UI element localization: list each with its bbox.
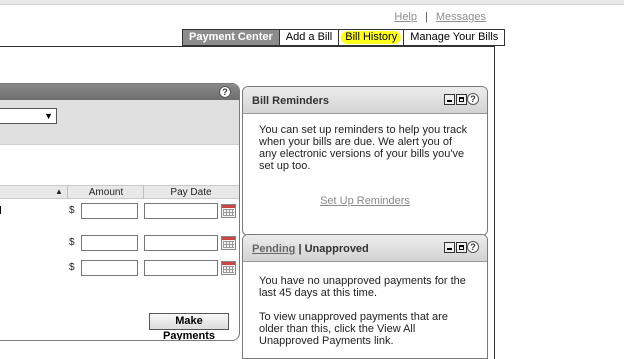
make-payments-button[interactable]: Make Payments [149,313,229,340]
messages-link[interactable]: Messages [436,11,486,23]
minimize-icon[interactable] [444,242,455,253]
help-link[interactable]: Help [394,11,417,23]
maximize-icon[interactable] [456,242,467,253]
approvals-panel: Pending | Unapproved ? You have no unapp… [242,234,488,359]
account-select[interactable]: ▼ [0,108,57,124]
spacer [0,145,239,185]
filter-bar: ▼ [0,100,239,145]
tab-bill-history-label: Bill History [345,31,398,43]
pay-date-input[interactable] [144,260,218,276]
top-links-separator: | [425,11,428,23]
help-icon[interactable]: ? [467,93,479,105]
top-links: Help | Messages [394,11,486,23]
amount-input[interactable] [81,203,138,219]
set-up-reminders-link[interactable]: Set Up Reminders [259,195,471,207]
sort-ascending-icon[interactable]: ▲ [55,187,63,196]
tab-payment-center-label: Payment Center [189,31,273,43]
currency-symbol: $ [69,205,75,216]
calendar-icon[interactable] [221,204,236,218]
payment-row: $ [0,234,239,252]
minimize-icon[interactable] [444,94,455,105]
bill-reminders-body: You can set up reminders to help you tra… [243,114,487,217]
approvals-body: You have no unapproved payments for the … [243,262,487,358]
main-tabs: Payment Center Add a Bill Bill History M… [182,29,506,46]
unapproved-tab-label[interactable]: Unapproved [305,243,369,255]
approvals-title-separator: | [295,243,305,255]
pay-date-input[interactable] [144,235,218,251]
tab-add-a-bill[interactable]: Add a Bill [279,29,340,46]
payment-row: $ [0,202,239,220]
no-unapproved-message: You have no unapproved payments for the … [259,275,466,299]
amount-column-header[interactable]: Amount [69,187,143,198]
maximize-icon[interactable] [456,94,467,105]
tab-add-a-bill-label: Add a Bill [285,31,333,43]
calendar-icon[interactable] [221,236,236,250]
column-divider [67,186,68,199]
help-icon[interactable]: ? [219,86,231,98]
currency-symbol: $ [69,262,75,273]
calendar-icon[interactable] [221,261,236,275]
payments-table-header: ▲ Amount Pay Date [0,185,239,199]
tab-bill-history[interactable]: Bill History [339,29,405,46]
tab-manage-your-bills-label: Manage Your Bills [410,31,499,43]
amount-input[interactable] [81,260,138,276]
bill-reminders-title: Bill Reminders [252,95,330,107]
payment-row: $ [0,259,239,277]
pay-date-input[interactable] [144,203,218,219]
currency-symbol: $ [69,237,75,248]
row-marker [0,206,1,214]
bill-reminders-text: You can set up reminders to help you tra… [259,124,468,172]
approvals-title: Pending | Unapproved [252,243,369,255]
approvals-header: Pending | Unapproved ? [243,235,487,262]
bill-reminders-panel: Bill Reminders ? You can set up reminder… [242,86,488,236]
payments-panel: ? ▼ ▲ Amount Pay Date $ $ $ Make Payment… [0,83,240,341]
help-icon[interactable]: ? [467,241,479,253]
payments-panel-header: ? [0,84,239,100]
tab-manage-your-bills[interactable]: Manage Your Bills [404,29,506,46]
view-older-message: To view unapproved payments that are old… [259,311,448,347]
chevron-down-icon: ▼ [44,111,53,121]
pay-date-column-header[interactable]: Pay Date [143,187,239,198]
bill-reminders-header: Bill Reminders ? [243,87,487,114]
tab-payment-center[interactable]: Payment Center [182,29,280,46]
amount-input[interactable] [81,235,138,251]
pending-tab-link[interactable]: Pending [252,243,295,255]
top-strip [0,0,624,5]
